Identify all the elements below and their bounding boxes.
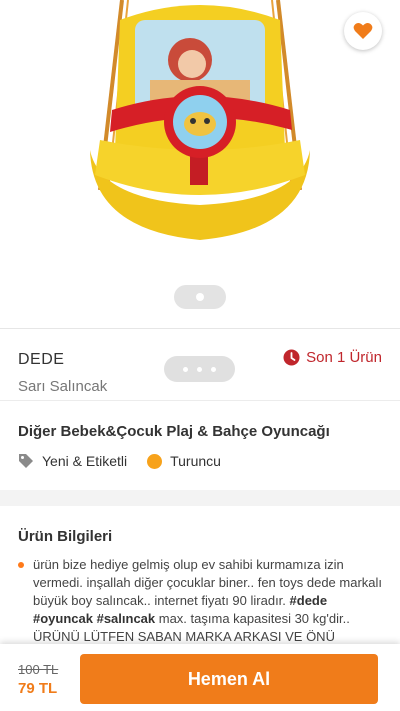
tag-icon [19,454,33,468]
buy-now-button[interactable]: Hemen Al [80,654,378,704]
clock-icon [283,349,300,366]
condition-tag: Yeni & Etiketli [18,453,127,469]
attribute-tags: Yeni & Etiketli Turuncu [18,453,241,469]
back-button[interactable] [10,14,46,50]
more-dot [211,366,216,372]
stock-indicator: Son 1 Ürün [283,349,382,366]
more-dot [183,366,188,372]
color-label: Turuncu [170,453,221,469]
heart-icon [353,23,373,39]
bullet-point [18,562,24,568]
old-price: 100 TL [18,662,59,677]
category-label[interactable]: Diğer Bebek&Çocuk Plaj & Bahçe Oyuncağı [18,423,330,440]
info-title: Ürün Bilgileri [18,528,113,545]
more-dot [197,366,202,372]
brand-name: DEDE [18,351,65,368]
favorite-button[interactable] [344,12,382,50]
product-header: DEDE Sarı Salıncak Son 1 Ürün [0,328,400,400]
condition-label: Yeni & Etiketli [42,453,128,469]
product-subtitle: Sarı Salıncak [18,378,108,395]
image-pager[interactable] [174,285,226,309]
product-image-area[interactable] [0,0,400,328]
color-swatch [147,453,163,469]
product-meta: Diğer Bebek&Çocuk Plaj & Bahçe Oyuncağı … [0,400,400,490]
baby-swing-image [90,0,310,240]
description-text-1: ürün bize hediye gelmiş olup ev sahibi k… [33,557,383,608]
current-price: 79 TL [18,680,58,697]
pager-dot [196,293,204,301]
color-tag: Turuncu [147,453,221,469]
stock-label: Son 1 Ürün [306,349,382,366]
more-options-button[interactable] [164,356,235,382]
purchase-bar: 100 TL 79 TL Hemen Al [0,644,400,711]
arrow-left-icon [18,23,38,41]
